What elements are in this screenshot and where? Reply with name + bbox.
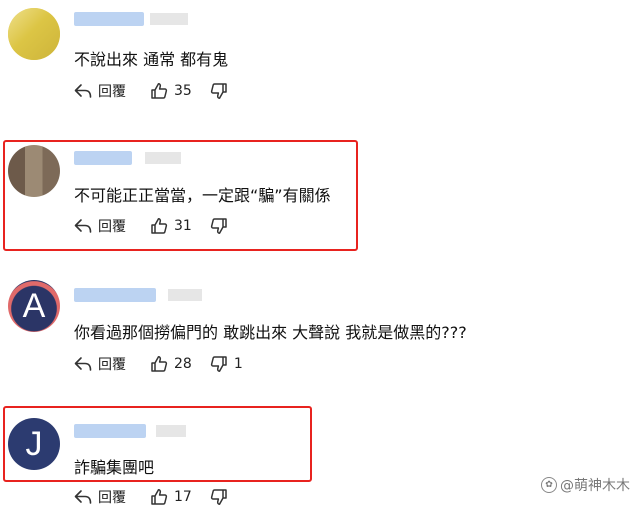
watermark: ✿ @萌神木木 — [541, 475, 630, 495]
like-button[interactable]: 17 — [150, 488, 192, 506]
username-blurred[interactable] — [74, 424, 146, 438]
comment-text: 詐騙集團吧 — [74, 458, 155, 477]
dislike-button[interactable] — [210, 488, 234, 506]
reply-button[interactable]: 回覆 — [74, 487, 126, 507]
reply-label: 回覆 — [98, 490, 126, 506]
reply-icon — [74, 490, 92, 504]
avatar[interactable]: J — [8, 418, 60, 470]
watermark-text: @萌神木木 — [560, 478, 630, 494]
timestamp-blurred — [156, 425, 186, 437]
watermark-logo-icon: ✿ — [541, 477, 557, 493]
avatar-letter: J — [25, 424, 43, 463]
thumbs-up-icon — [151, 489, 168, 505]
thumbs-down-icon — [210, 489, 227, 505]
comment-actions: 回覆 17 — [74, 487, 234, 507]
like-count: 17 — [174, 489, 192, 505]
comment: J 詐騙集團吧 回覆 17 — [0, 0, 640, 509]
